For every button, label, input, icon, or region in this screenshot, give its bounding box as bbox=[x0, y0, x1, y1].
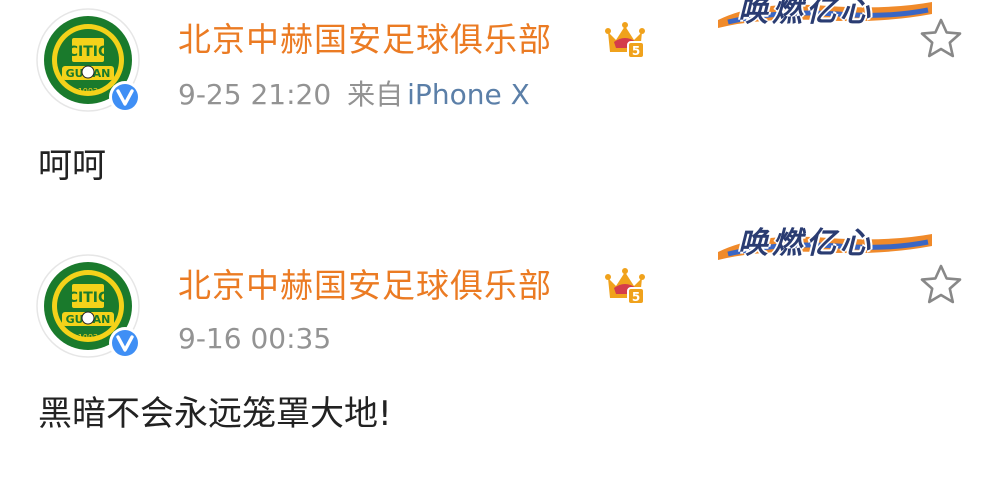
star-outline-icon[interactable] bbox=[918, 262, 964, 308]
avatar-year: 1992 bbox=[78, 333, 98, 342]
post-meta: 9-25 21:20 来自 iPhone X bbox=[178, 78, 530, 112]
weibo-post-1: 唤燃亿心 CITIC GUOAN 1992 北京中赫国安足球俱乐部 bbox=[0, 0, 1000, 200]
post-time: 9-16 00:35 bbox=[178, 322, 332, 355]
member-level: 5 bbox=[632, 290, 640, 304]
crown-vip-icon[interactable]: 5 bbox=[604, 266, 646, 306]
campaign-badge: 唤燃亿心 bbox=[718, 212, 932, 264]
author-name[interactable]: 北京中赫国安足球俱乐部 bbox=[178, 266, 552, 306]
crown-vip-icon[interactable]: 5 bbox=[604, 20, 646, 60]
star-outline-icon[interactable] bbox=[918, 16, 964, 62]
post-content: 呵呵 bbox=[38, 146, 106, 186]
device-link[interactable]: iPhone X bbox=[407, 78, 530, 111]
source-prefix: 来自 bbox=[347, 78, 404, 111]
post-time: 9-25 21:20 bbox=[178, 78, 332, 111]
author-name[interactable]: 北京中赫国安足球俱乐部 bbox=[178, 20, 552, 60]
member-level: 5 bbox=[632, 44, 640, 58]
weibo-post-2: 唤燃亿心 CITIC GUOAN 1992 北京中赫国安足球俱乐部 bbox=[0, 210, 1000, 491]
verified-v-icon bbox=[108, 80, 142, 114]
svg-text:CITIC: CITIC bbox=[68, 290, 109, 306]
verified-v-icon bbox=[108, 326, 142, 360]
avatar-year: 1992 bbox=[78, 87, 98, 96]
post-meta: 9-16 00:35 bbox=[178, 322, 331, 356]
svg-text:CITIC: CITIC bbox=[68, 44, 109, 60]
campaign-badge-text: 唤燃亿心 bbox=[738, 0, 874, 29]
campaign-badge-text: 唤燃亿心 bbox=[738, 226, 874, 261]
campaign-badge: 唤燃亿心 bbox=[718, 0, 932, 32]
post-content: 黑暗不会永远笼罩大地! bbox=[38, 394, 392, 434]
